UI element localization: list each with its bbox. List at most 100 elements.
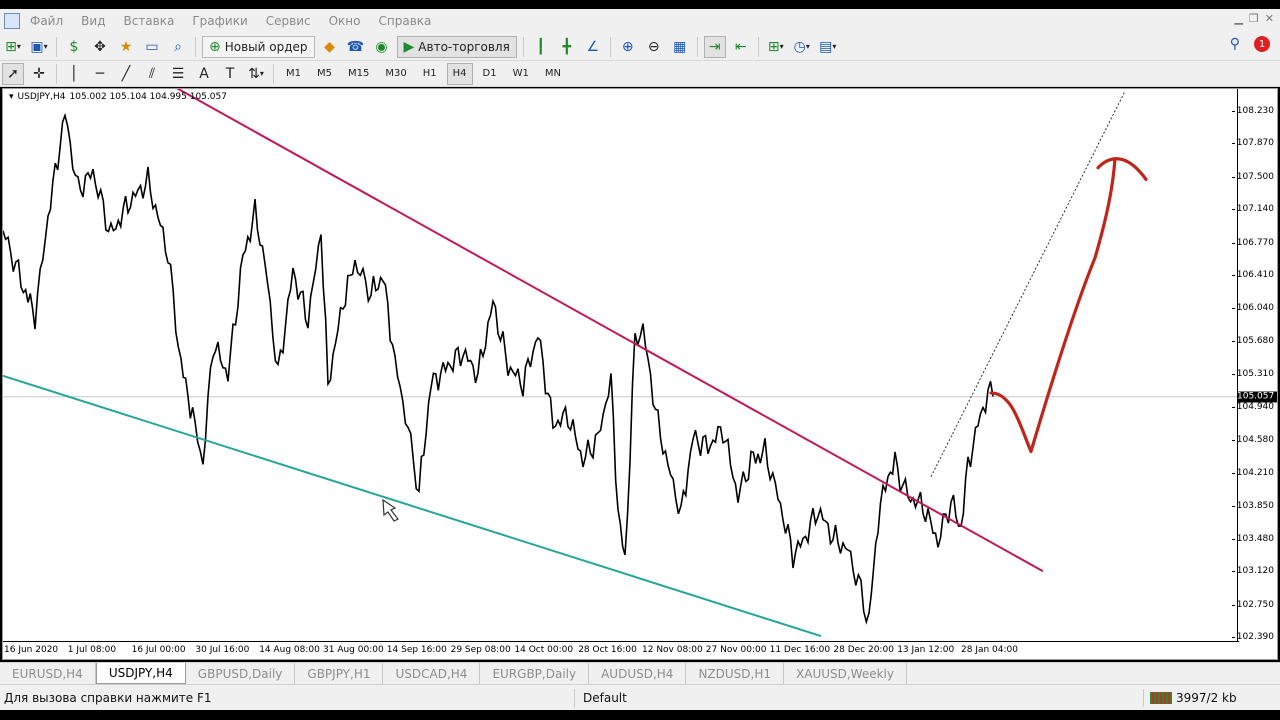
chart-tab[interactable]: USDCAD,H4 [383,663,481,684]
close-icon[interactable]: ✕ [1265,12,1274,25]
market-watch-button[interactable]: $ [63,36,85,58]
vertical-line-button[interactable]: │ [63,63,85,85]
auto-scroll-button[interactable]: ⇥ [703,35,726,58]
chart-tab[interactable]: GBPUSD,Daily [186,663,296,684]
menu-file[interactable]: Файл [30,14,63,28]
arrows-icon: ⇅ [248,65,260,82]
chart-tab[interactable]: EURUSD,H4 [0,663,96,684]
text-button[interactable]: A [193,63,215,85]
collapse-arrow-icon[interactable]: ▾ [9,92,14,102]
timeframe-w1-button[interactable]: W1 [507,63,535,85]
menu-tools[interactable]: Сервис [266,14,311,28]
market-watch-icon: $ [69,38,79,55]
toolbar-right: ⚲ 1 [1230,36,1270,52]
price-tick-label: 106.770 [1231,237,1274,248]
arrows-button[interactable]: ⇅ ▾ [245,63,267,85]
chart-tab[interactable]: USDJPY,H4 [95,663,186,684]
chart-window[interactable]: ▾ USDJPY,H4 105.002 105.104 104.995 105.… [2,88,1278,660]
profiles-icon: ▣ [30,38,44,55]
timeframe-m5-button[interactable]: M5 [311,63,338,85]
fibonacci-button[interactable]: ☰ [167,63,189,85]
market-button[interactable]: ◉ [371,36,393,58]
new-order-button[interactable]: ⊕ Новый ордер [202,35,315,58]
signals-icon: ☎ [346,38,365,55]
menu-help[interactable]: Справка [379,14,432,28]
time-tick-label: 12 Nov 08:00 [642,645,703,655]
minimize-icon[interactable]: ▁ [1234,12,1242,25]
timeframe-m1-button[interactable]: M1 [280,63,307,85]
equidistant-channel-button[interactable]: ⫽ [141,63,163,85]
bar-chart-icon: ┃ [536,38,546,55]
price-tick-label: 108.230 [1231,106,1274,116]
terminal-button[interactable]: ▭ [141,36,163,58]
menu-view[interactable]: Вид [81,14,105,28]
restore-icon[interactable]: ❐ [1249,12,1259,25]
chart-symbol: USDJPY,H4 [17,92,66,102]
timeframe-h4-button[interactable]: H4 [446,62,473,85]
trendline-button[interactable]: ╱ [115,63,137,85]
text-label-icon: T [225,65,235,82]
metaeditor-button[interactable]: ◆ [319,36,341,58]
new-order-icon: ⊕ [209,38,221,55]
search-icon[interactable]: ⚲ [1230,37,1240,51]
chart-tab[interactable]: EURGBP,Daily [480,663,590,684]
horizontal-line-icon: ─ [95,65,105,82]
signals-button[interactable]: ☎ [345,36,367,58]
tile-windows-icon: ▦ [673,38,687,55]
zoom-out-button[interactable]: ⊖ [643,36,665,58]
timeframe-mn-button[interactable]: MN [539,63,567,85]
bar-chart-button[interactable]: ┃ [530,36,552,58]
chart-tab[interactable]: AUDUSD,H4 [589,663,687,684]
text-label-button[interactable]: T [219,63,241,85]
data-window-button[interactable]: ✥ [89,36,111,58]
price-tick-label: 103.480 [1231,533,1274,544]
channel-icon: ⫽ [148,65,156,82]
timeframe-h1-button[interactable]: H1 [417,63,443,85]
menu-charts[interactable]: Графики [192,14,247,28]
status-profile[interactable]: Default [575,691,1143,705]
line-chart-button[interactable]: ∠ [582,36,604,58]
templates-button[interactable]: ▤ ▾ [817,36,839,58]
new-chart-button[interactable]: ⊞ ▾ [2,36,24,58]
trendline-icon: ╱ [121,65,131,82]
timeframe-d1-button[interactable]: D1 [477,63,503,85]
crosshair-target-icon: ✥ [94,38,106,55]
price-tick-label: 106.410 [1231,269,1274,280]
status-traffic: 3997/2 kb [1176,690,1237,705]
time-tick-label: 16 Jul 00:00 [131,645,186,655]
time-axis[interactable]: 16 Jun 2020 1 Jul 08:00 16 Jul 00:00 30 Jul… [3,641,1239,661]
time-tick-label: 11 Dec 16:00 [769,645,831,655]
price-tick-label: 105.680 [1231,335,1274,346]
toolbar-separator [56,63,57,84]
timeframe-m30-button[interactable]: M30 [379,63,412,85]
chart-tab[interactable]: GBPJPY,H1 [295,663,384,684]
strategy-tester-button[interactable]: ⌕ [167,36,189,58]
zoom-out-icon: ⊖ [647,38,660,55]
chart-tab[interactable]: NZDUSD,H1 [686,663,785,684]
chart-tab[interactable]: XAUUSD,Weekly [784,663,907,684]
tile-windows-button[interactable]: ▦ [669,36,691,58]
indicators-button[interactable]: ⊞ ▾ [765,36,787,58]
notification-badge[interactable]: 1 [1254,36,1270,52]
timeframe-m15-button[interactable]: M15 [342,63,375,85]
price-axis[interactable]: 108.230 107.870 107.500 107.140 106.770 106.4… [1231,89,1277,642]
navigator-button[interactable]: ★ [115,36,137,58]
zoom-in-button[interactable]: ⊕ [617,36,639,58]
price-tick-label: 107.140 [1231,204,1274,215]
app-icon[interactable] [4,13,20,29]
status-connection[interactable]: 3997/2 kb [1144,691,1237,705]
price-tick-label: 102.750 [1231,599,1274,610]
horizontal-line-button[interactable]: ─ [89,63,111,85]
price-chart[interactable] [3,89,1239,641]
candlestick-button[interactable]: ╋ [556,36,578,58]
menu-insert[interactable]: Вставка [123,14,174,28]
menu-window[interactable]: Окно [329,14,361,28]
cursor-button[interactable]: ➚ [2,62,24,85]
crosshair-button[interactable]: ✛ [28,63,50,85]
chart-shift-button[interactable]: ⇤ [730,36,752,58]
auto-scroll-icon: ⇥ [708,38,721,55]
periods-button[interactable]: ◷ ▾ [791,36,813,58]
autotrading-button[interactable]: ▶ Авто-торговля [396,35,517,58]
profiles-button[interactable]: ▣ ▾ [28,36,50,58]
status-bar: Для вызова справки нажмите F1 Default 39… [0,684,1280,710]
